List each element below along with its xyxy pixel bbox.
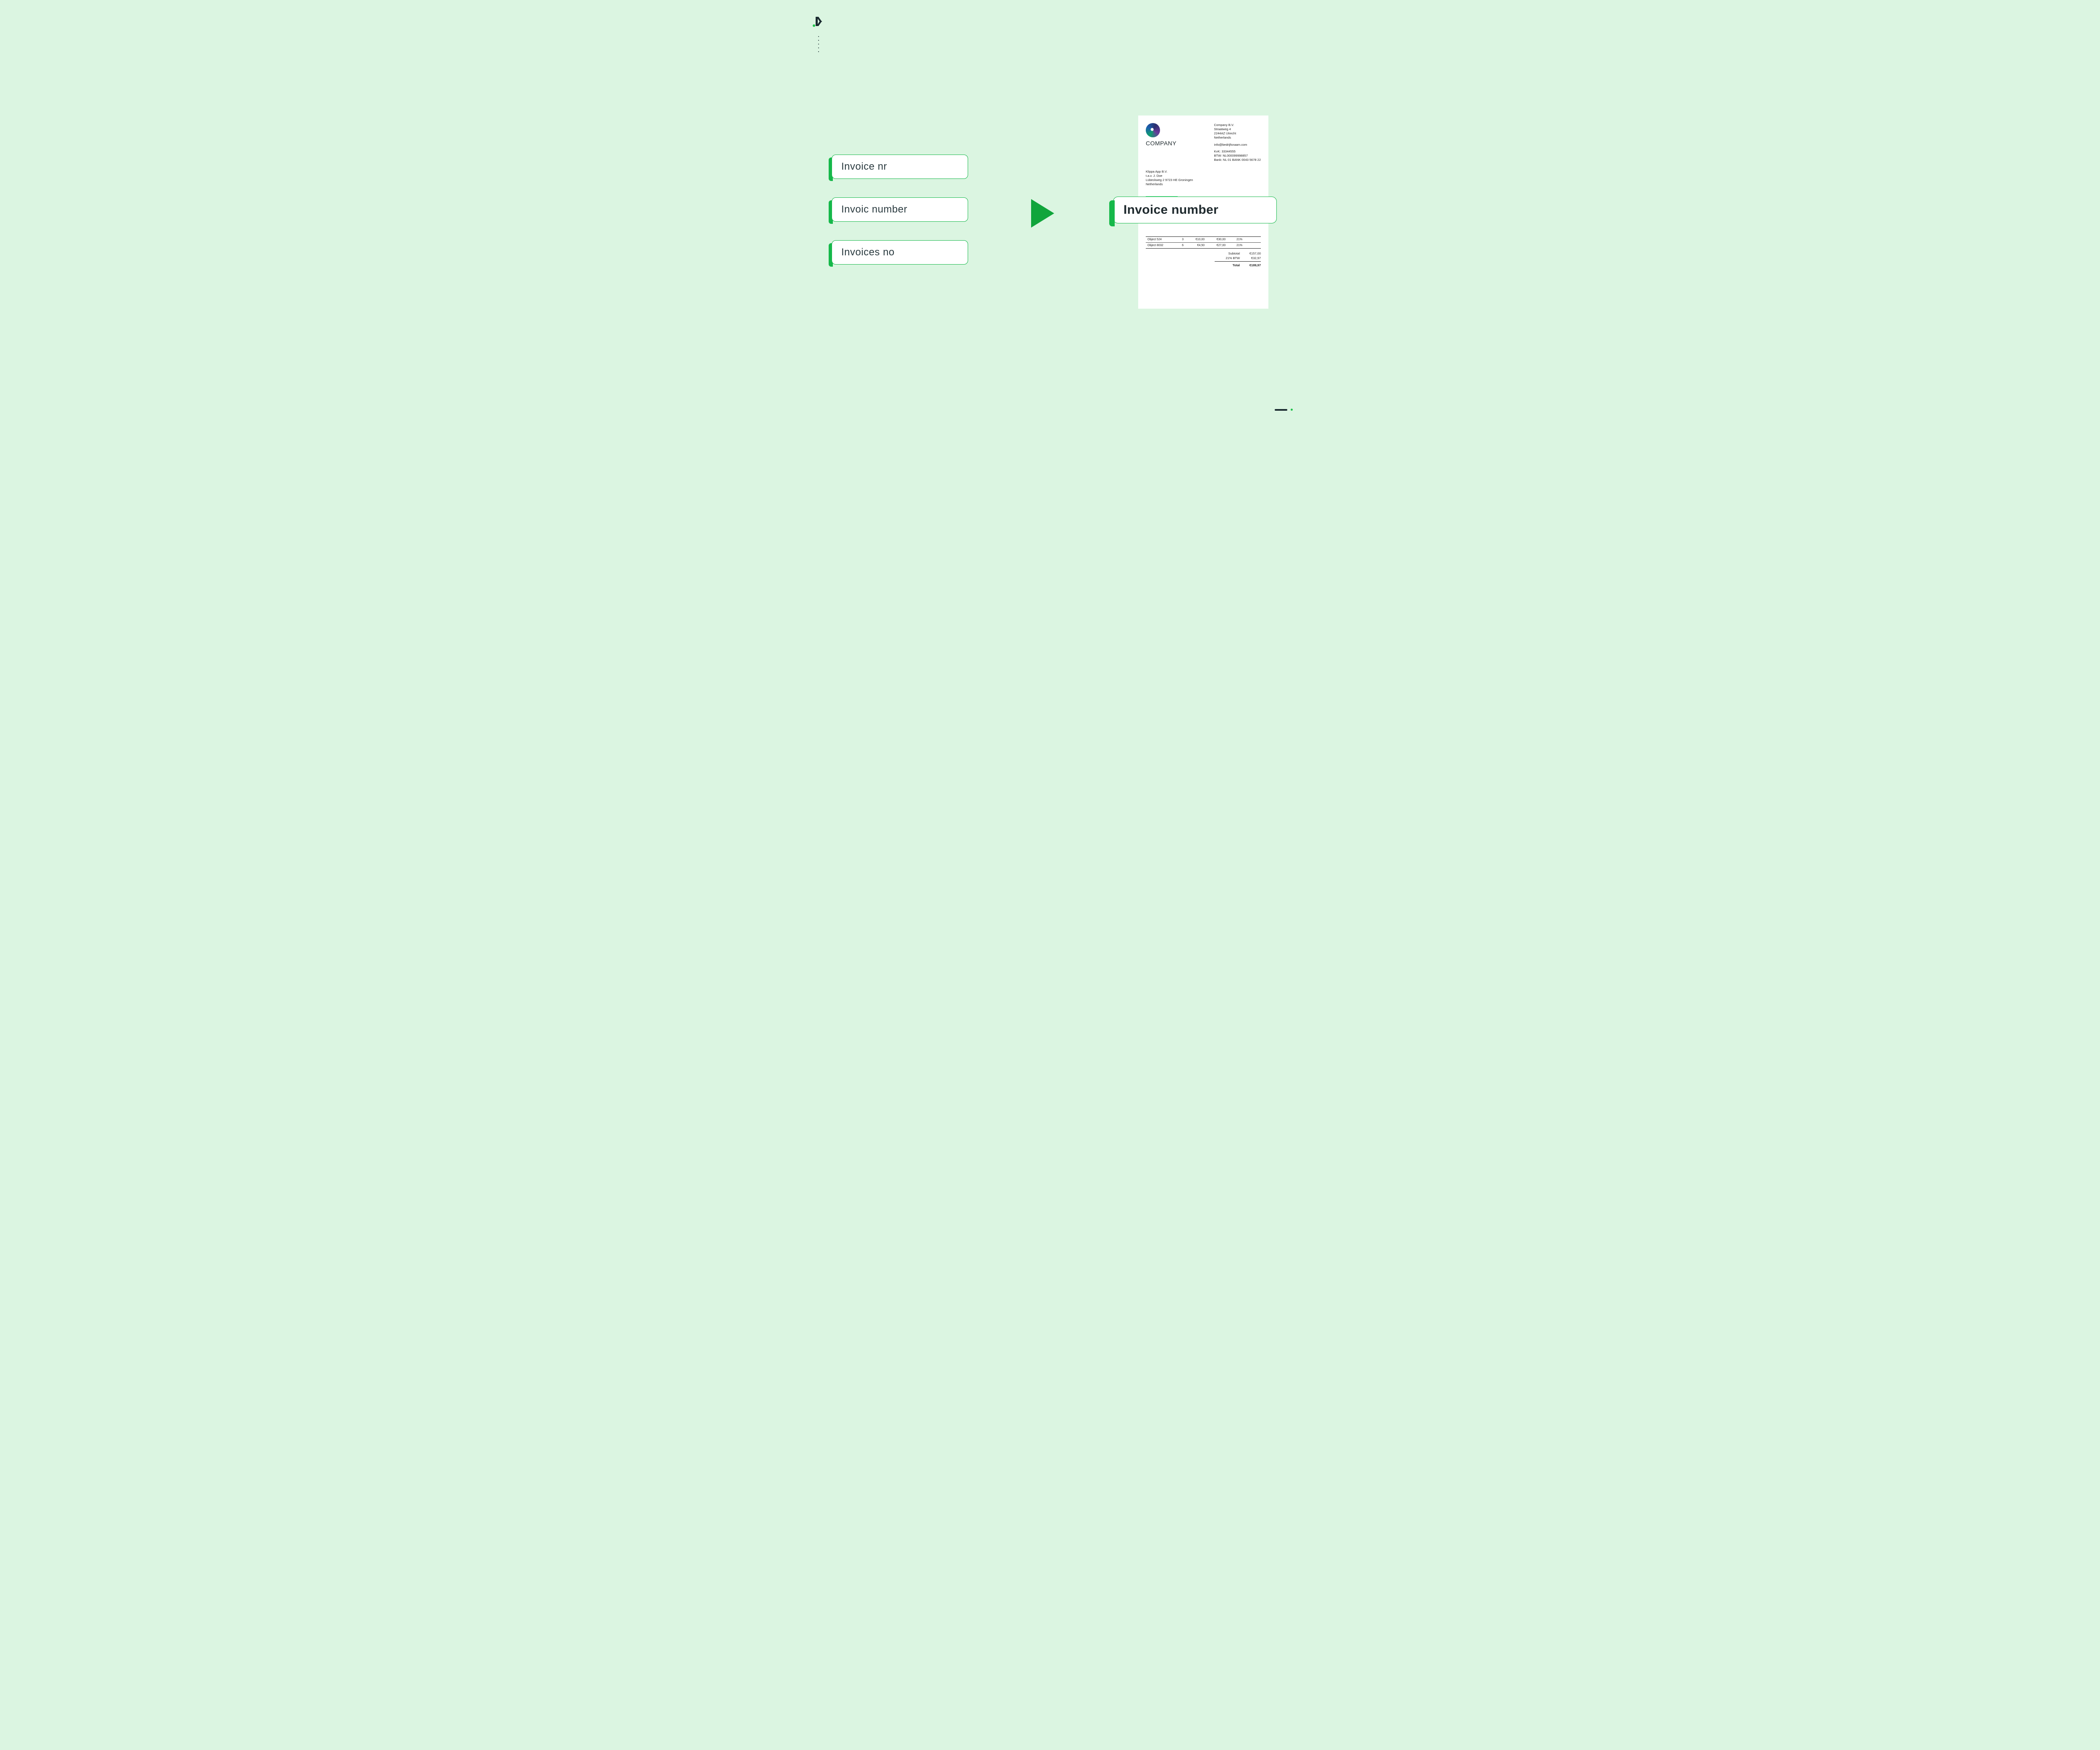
variant-pill: Invoic number — [832, 197, 968, 222]
totals-block: Subtotal €157,00 21% BTW €32,97 Total €1… — [1146, 251, 1261, 268]
cell-price: €10,00 — [1184, 238, 1205, 241]
totals-row: 21% BTW €32,97 — [1215, 256, 1261, 262]
totals-row: Total €189,97 — [1215, 263, 1261, 268]
addr-line: Klippa App B.V. — [1146, 170, 1261, 174]
addr-line: Netherlands — [1146, 182, 1261, 186]
addr-line: 2244AZ Utrecht — [1214, 131, 1261, 136]
cell-qty: 6 — [1171, 244, 1184, 247]
addr-line: info@bedrijfsnaam.com — [1214, 143, 1261, 147]
corner-decoration-icon — [1275, 409, 1293, 411]
addr-line: t.a.v. J. Doe — [1146, 174, 1261, 178]
totals-value: €189,97 — [1240, 263, 1261, 267]
company-brand-name: COMPANY — [1146, 140, 1176, 147]
addr-line: Netherlands — [1214, 136, 1261, 140]
totals-label: 21% BTW — [1215, 256, 1240, 260]
table-row: Object 8032 6 €4,50 €27,00 21% — [1146, 243, 1261, 249]
arrow-right-icon — [1031, 199, 1054, 228]
addr-line: Company B.V. — [1214, 123, 1261, 127]
addr-line: BTW: NL000099998857 — [1214, 154, 1261, 158]
decorative-dots-icon — [818, 36, 819, 52]
invoice-brand: COMPANY — [1146, 123, 1176, 162]
cell-item: Object 8032 — [1146, 244, 1171, 247]
totals-label: Subtotal — [1215, 252, 1240, 255]
totals-value: €157,00 — [1240, 252, 1261, 255]
cell-vat: 21% — [1226, 238, 1242, 241]
recipient-address: Klippa App B.V. t.a.v. J. Doe Lübeckweg … — [1146, 170, 1261, 187]
addr-line: KvK: 33344555 — [1214, 150, 1261, 154]
totals-row: Subtotal €157,00 — [1215, 251, 1261, 256]
normalized-result-pill: Invoice number — [1113, 197, 1277, 223]
variant-pill: Invoice nr — [832, 155, 968, 179]
klippa-logo-icon — [814, 16, 826, 28]
cell-price: €4,50 — [1184, 244, 1205, 247]
addr-line: Lübeckweg 2 9723 HE Groningen — [1146, 178, 1261, 182]
cell-qty: 3 — [1171, 238, 1184, 241]
cell-item: Object 524 — [1146, 238, 1171, 241]
company-logo-icon — [1146, 123, 1160, 137]
variant-pill: Invoices no — [832, 240, 968, 265]
totals-label: Total — [1215, 263, 1240, 267]
cell-amount: €30,00 — [1205, 238, 1226, 241]
line-items-table: Object 524 3 €10,00 €30,00 21% Object 80… — [1146, 236, 1261, 249]
addr-line: Bank: NL 01 BANK 0043 5678 22 — [1214, 158, 1261, 162]
company-address: Company B.V. Straatweg 4 2244AZ Utrecht … — [1214, 123, 1261, 162]
table-row: Object 524 3 €10,00 €30,00 21% — [1146, 237, 1261, 243]
addr-line: Straatweg 4 — [1214, 127, 1261, 131]
cell-vat: 21% — [1226, 244, 1242, 247]
input-variants-list: Invoice nr Invoic number Invoices no — [832, 155, 968, 265]
totals-value: €32,97 — [1240, 256, 1261, 260]
cell-amount: €27,00 — [1205, 244, 1226, 247]
